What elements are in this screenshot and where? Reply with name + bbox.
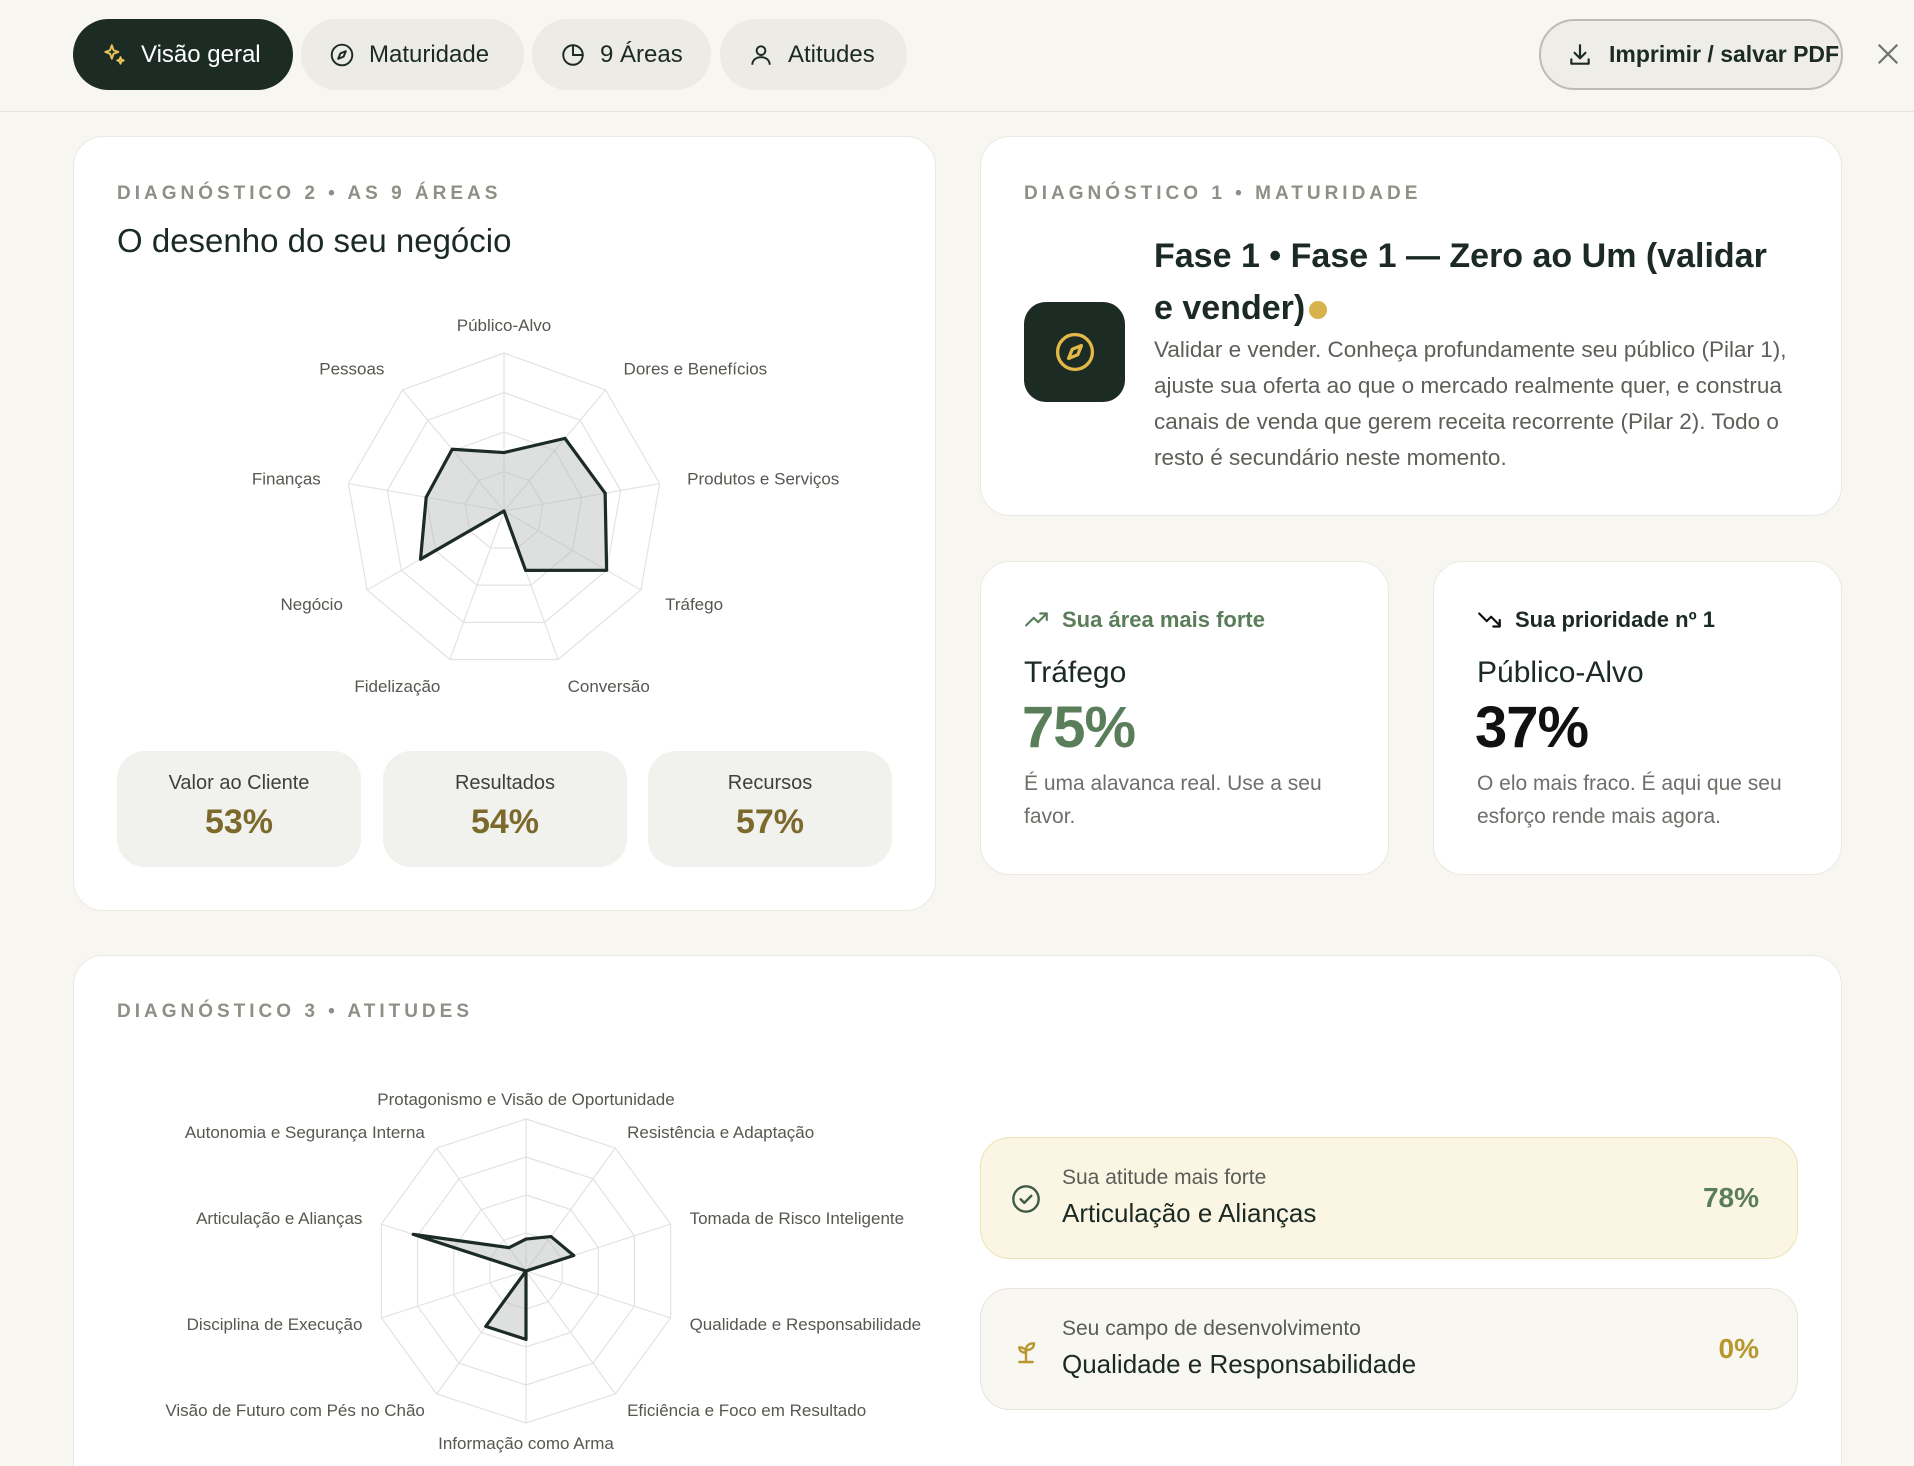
- areas-radar-axis-label: Fidelização: [354, 677, 440, 696]
- areas-title: O desenho do seu negócio: [117, 222, 512, 259]
- priority-area-value: 37%: [1475, 695, 1589, 760]
- strongest-area-note: É uma alavanca real. Use a seu favor.: [1024, 772, 1322, 828]
- areas-radar-chart: Público-Alvo Dores e Benefícios Produtos e…: [252, 316, 839, 696]
- attitudes-radar-data-point: [484, 1324, 488, 1328]
- areas-radar-data-point: [502, 451, 506, 455]
- attitudes-radar-axis-label: Eficiência e Foco em Resultado: [627, 1401, 866, 1420]
- areas-radar-axis-label: Dores e Benefícios: [624, 360, 768, 379]
- attitudes-radar-axis-label: Visão de Futuro com Pés no Chão: [165, 1401, 425, 1420]
- attitudes-eyebrow: DIAGNÓSTICO 3 • ATITUDES: [117, 1001, 473, 1022]
- attitudes-radar-data-point: [524, 1237, 528, 1241]
- pillar-label: Valor ao Cliente: [168, 772, 310, 794]
- areas-radar-data-point: [424, 495, 428, 499]
- priority-heading-label: Sua prioridade nº 1: [1515, 607, 1715, 632]
- attitudes-radar-axis-label: Informação como Arma: [438, 1434, 614, 1453]
- maturity-description: Validar e vender. Conheça profundamente …: [1154, 337, 1787, 470]
- maturity-eyebrow: DIAGNÓSTICO 1 • MATURIDADE: [1024, 183, 1422, 204]
- attitudes-radar-chart: Protagonismo e Visão de Oportunidade Resi…: [165, 1090, 922, 1453]
- strongest-heading: Sua área mais forte: [1024, 607, 1265, 633]
- areas-radar-axis-label: Tráfego: [665, 595, 723, 614]
- attitudes-radar-axis-label: Tomada de Risco Inteligente: [690, 1209, 905, 1228]
- trending-up-icon: [1025, 612, 1048, 627]
- pillar-value: 53%: [204, 803, 274, 841]
- tab-9-areas[interactable]: 9 Áreas: [532, 19, 711, 90]
- attitudes-radar-data-point: [411, 1232, 415, 1236]
- areas-radar-axis-label: Negócio: [281, 595, 343, 614]
- pillar-valor-ao-cliente: Valor ao Cliente 53%: [117, 751, 361, 867]
- attitudes-radar-axis-label: Disciplina de Execução: [187, 1315, 363, 1334]
- strongest-attitude-value: 78%: [1702, 1182, 1759, 1213]
- tab-label: Maturidade: [369, 40, 490, 68]
- areas-radar-axis-label: Produtos e Serviços: [687, 470, 839, 489]
- areas-radar-axis-label: Conversão: [568, 677, 650, 696]
- development-attitude-value: 0%: [1718, 1333, 1759, 1364]
- attitudes-radar-data-point: [507, 1246, 511, 1250]
- development-attitude-sub: Seu campo de desenvolvimento: [1062, 1317, 1361, 1340]
- areas-radar-data-point: [603, 491, 607, 495]
- development-attitude-box: Seu campo de desenvolvimento Qualidade e…: [980, 1288, 1798, 1410]
- trending-down-icon: [1478, 612, 1501, 628]
- priority-area-name: Público-Alvo: [1477, 656, 1644, 689]
- pillar-label: Resultados: [454, 772, 556, 794]
- strongest-attitude-box: Sua atitude mais forte Articulação e Ali…: [980, 1137, 1798, 1259]
- attitudes-radar-axis-label: Protagonismo e Visão de Oportunidade: [377, 1090, 674, 1109]
- pillar-value: 57%: [735, 803, 805, 841]
- tab-visao-geral[interactable]: Visão geral: [73, 19, 293, 90]
- pie-chart-icon: [562, 43, 584, 66]
- radar-grid-spoke: [525, 1270, 616, 1395]
- areas-radar-data-point: [605, 568, 609, 572]
- attitudes-radar-data-point: [524, 1337, 528, 1341]
- areas-radar-data-point: [524, 568, 528, 572]
- tab-label: Atitudes: [788, 40, 875, 68]
- strongest-area-name: Tráfego: [1024, 656, 1127, 689]
- areas-radar-axis-label: Pessoas: [319, 360, 384, 379]
- areas-radar-series-polygon: [418, 436, 609, 572]
- areas-radar-data-point: [450, 447, 454, 451]
- priority-heading: Sua prioridade nº 1: [1477, 607, 1715, 633]
- strongest-area-value: 75%: [1022, 695, 1136, 760]
- compass-icon: [1055, 332, 1094, 372]
- attitudes-radar-data-point: [524, 1269, 528, 1273]
- download-icon: [1570, 43, 1590, 65]
- priority-area-note: O elo mais fraco. É aqui que seu esforço…: [1477, 772, 1782, 828]
- areas-eyebrow: DIAGNÓSTICO 2 • AS 9 ÁREAS: [117, 183, 502, 204]
- tab-maturidade[interactable]: Maturidade: [301, 19, 524, 90]
- print-pdf-button[interactable]: Imprimir / salvar PDF: [1539, 19, 1843, 90]
- strongest-attitude-sub: Sua atitude mais forte: [1062, 1166, 1267, 1189]
- sparkles-icon: [104, 43, 125, 65]
- strongest-heading-label: Sua área mais forte: [1062, 607, 1265, 632]
- pillar-value: 54%: [470, 803, 540, 841]
- areas-radar-data-point: [502, 509, 506, 513]
- attitudes-radar-data-point: [549, 1235, 553, 1239]
- maturity-icon-tile: [1024, 302, 1125, 402]
- tab-label: Visão geral: [141, 40, 261, 68]
- tab-atitudes[interactable]: Atitudes: [720, 19, 907, 90]
- attitudes-radar-data-point: [572, 1253, 576, 1257]
- check-circle-icon: [1012, 1185, 1040, 1213]
- maturity-title-text: Fase 1 • Fase 1 — Zero ao Um (validar e …: [1154, 237, 1767, 327]
- areas-radar-data-point: [419, 557, 423, 561]
- maturity-title: Fase 1 • Fase 1 — Zero ao Um (validar e …: [1154, 230, 1794, 334]
- top-bar: Visão geral Maturidade 9 Áreas Atitudes …: [0, 0, 1914, 112]
- areas-radar-axis-label: Finanças: [252, 470, 321, 489]
- development-attitude-name: Qualidade e Responsabilidade: [1062, 1349, 1417, 1379]
- phase-dot: [1309, 301, 1328, 320]
- areas-radar-data-point: [563, 436, 567, 440]
- strongest-attitude-name: Articulação e Alianças: [1062, 1198, 1317, 1228]
- sprout-icon: [1018, 1342, 1036, 1364]
- compass-icon: [330, 43, 354, 66]
- attitudes-radar-axis-label: Qualidade e Responsabilidade: [690, 1315, 922, 1334]
- attitudes-radar-axis-label: Articulação e Alianças: [196, 1209, 362, 1228]
- pillar-recursos: Recursos 57%: [648, 751, 892, 867]
- print-label: Imprimir / salvar PDF: [1609, 41, 1840, 67]
- attitudes-radar-axis-label: Resistência e Adaptação: [627, 1123, 814, 1142]
- pillar-label: Recursos: [727, 772, 813, 794]
- close-icon[interactable]: [1875, 41, 1901, 67]
- attitudes-radar-axis-label: Autonomia e Segurança Interna: [185, 1123, 426, 1142]
- pillar-resultados: Resultados 54%: [383, 751, 627, 867]
- tab-label: 9 Áreas: [600, 40, 683, 68]
- user-icon: [751, 44, 771, 65]
- areas-radar-axis-label: Público-Alvo: [457, 316, 552, 335]
